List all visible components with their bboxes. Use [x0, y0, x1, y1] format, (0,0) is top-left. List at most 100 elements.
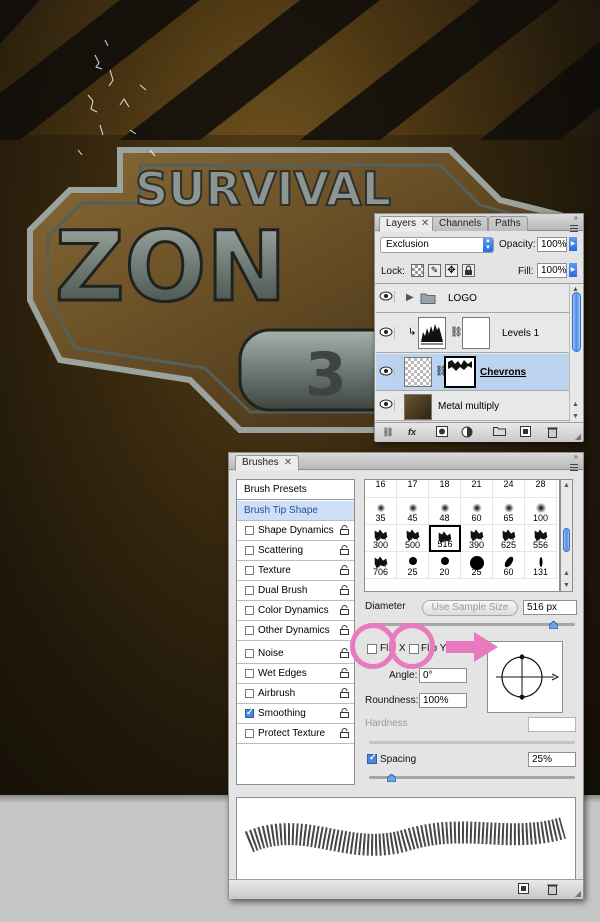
fx-icon[interactable]: fx [405, 426, 419, 439]
lock-icon[interactable] [340, 545, 349, 555]
brush-tip-516[interactable]: 516 [429, 525, 461, 552]
lock-pixels-icon[interactable]: ✎ [428, 264, 441, 277]
lock-icon[interactable] [340, 585, 349, 595]
option-checkbox[interactable] [245, 669, 254, 678]
resize-grip-icon[interactable]: ◢ [575, 432, 581, 441]
option-checkbox[interactable] [245, 649, 254, 658]
tip-scrollbar[interactable]: ▲ ▲ ▼ [560, 479, 573, 592]
brush-presets-item[interactable]: Brush Presets [237, 480, 354, 500]
close-icon[interactable]: ✕ [284, 457, 292, 468]
option-checkbox[interactable] [245, 626, 254, 635]
brush-tip-16[interactable]: 16 [365, 480, 397, 498]
lock-icon[interactable] [340, 648, 349, 658]
opacity-arrow-button[interactable]: ▶ [569, 237, 577, 251]
spacing-input[interactable]: 25% [528, 752, 576, 767]
angle-roundness-widget[interactable] [487, 641, 563, 713]
option-checkbox[interactable] [245, 707, 254, 718]
fill-input[interactable]: 100% [537, 263, 567, 278]
adjustment-icon[interactable] [460, 426, 474, 439]
opacity-input[interactable]: 100% [537, 237, 567, 252]
mask-icon[interactable] [435, 426, 449, 439]
brush-option-smoothing[interactable]: Smoothing [237, 704, 354, 724]
brush-tip-21[interactable]: 21 [461, 480, 493, 498]
tab-paths[interactable]: Paths [488, 216, 528, 231]
tab-layers[interactable]: Layers ✕ [379, 216, 437, 232]
brush-tip-24[interactable]: 24 [493, 480, 525, 498]
brush-option-shape-dynamics[interactable]: Shape Dynamics [237, 521, 354, 541]
lock-icon[interactable] [340, 708, 349, 718]
close-icon[interactable]: ✕ [421, 218, 429, 229]
lock-icon[interactable] [340, 625, 349, 635]
brush-option-scattering[interactable]: Scattering [237, 541, 354, 561]
blend-mode-select[interactable]: Exclusion ▲ ▼ [380, 237, 494, 253]
brush-tip-25[interactable]: 25 [397, 552, 429, 579]
brush-tip-28[interactable]: 28 [525, 480, 557, 498]
angle-input[interactable]: 0° [419, 668, 467, 683]
layer-row-logo[interactable]: ▶ LOGO [376, 284, 569, 313]
mask-thumbnail[interactable] [462, 317, 490, 349]
brush-option-texture[interactable]: Texture [237, 561, 354, 581]
layer-row-levels[interactable]: ↳ ⛓ Levels 1 [376, 314, 569, 353]
brush-tip-17[interactable]: 17 [397, 480, 429, 498]
scroll-up-icon[interactable]: ▲ [563, 482, 570, 489]
panel-menu-icon[interactable] [567, 462, 579, 474]
link-icon[interactable]: ⛓ [381, 426, 395, 439]
option-checkbox[interactable] [245, 689, 254, 698]
brush-tip-25[interactable]: 25 [461, 552, 493, 579]
option-checkbox[interactable] [245, 586, 254, 595]
tab-channels[interactable]: Channels [432, 216, 489, 231]
scroll-thumb[interactable] [572, 292, 581, 352]
brush-option-color-dynamics[interactable]: Color Dynamics [237, 601, 354, 621]
brush-tip-500[interactable]: 500 [397, 525, 429, 552]
layer-thumbnail[interactable] [404, 357, 432, 387]
trash-icon[interactable] [545, 883, 559, 896]
hardness-slider[interactable] [369, 741, 575, 744]
folder-icon[interactable] [492, 426, 506, 439]
brush-tip-65[interactable]: 65 [493, 498, 525, 525]
resize-grip-icon[interactable]: ◢ [575, 889, 581, 898]
brush-tip-625[interactable]: 625 [493, 525, 525, 552]
option-checkbox[interactable] [245, 546, 254, 555]
brush-option-airbrush[interactable]: Airbrush [237, 684, 354, 704]
scroll-down-icon[interactable]: ▼ [563, 582, 570, 589]
brush-option-wet-edges[interactable]: Wet Edges [237, 664, 354, 684]
roundness-input[interactable]: 100% [419, 693, 467, 708]
use-sample-size-button[interactable]: Use Sample Size [422, 600, 518, 616]
brush-tip-48[interactable]: 48 [429, 498, 461, 525]
lock-all-icon[interactable] [462, 264, 475, 277]
eye-icon[interactable] [379, 366, 395, 378]
brush-tip-100[interactable]: 100 [525, 498, 557, 525]
spacing-slider[interactable] [369, 776, 575, 779]
brush-tip-390[interactable]: 390 [461, 525, 493, 552]
brush-tip-60[interactable]: 60 [493, 552, 525, 579]
hardness-input[interactable] [528, 717, 576, 732]
scroll-down-icon[interactable]: ▼ [572, 413, 579, 420]
scroll-thumb[interactable] [563, 528, 570, 552]
lock-icon[interactable] [340, 525, 349, 535]
option-checkbox[interactable] [245, 526, 254, 535]
brush-tip-shape-item[interactable]: Brush Tip Shape [237, 501, 354, 521]
diameter-input[interactable]: 516 px [523, 600, 577, 615]
new-layer-icon[interactable] [518, 426, 532, 439]
brush-option-dual-brush[interactable]: Dual Brush [237, 581, 354, 601]
lock-icon[interactable] [340, 668, 349, 678]
trash-icon[interactable] [545, 426, 559, 439]
brush-tip-20[interactable]: 20 [429, 552, 461, 579]
fill-arrow-button[interactable]: ▶ [569, 263, 577, 277]
layer-row-metal-multiply[interactable]: Metal multiply [376, 392, 569, 421]
brush-tip-131[interactable]: 131 [525, 552, 557, 579]
lock-icon[interactable] [340, 728, 349, 738]
brush-tip-45[interactable]: 45 [397, 498, 429, 525]
layer-thumbnail[interactable] [404, 394, 432, 420]
option-checkbox[interactable] [245, 606, 254, 615]
spacing-checkbox[interactable] [367, 752, 377, 764]
brush-tip-556[interactable]: 556 [525, 525, 557, 552]
option-checkbox[interactable] [245, 729, 254, 738]
lock-icon[interactable] [340, 565, 349, 575]
mask-thumbnail[interactable] [444, 356, 476, 388]
brush-tip-18[interactable]: 18 [429, 480, 461, 498]
panel-menu-icon[interactable] [567, 223, 579, 235]
collapse-icon[interactable]: » [574, 213, 578, 222]
brush-tip-60[interactable]: 60 [461, 498, 493, 525]
layer-row-chevrons[interactable]: ⛓ Chevrons [376, 354, 569, 391]
